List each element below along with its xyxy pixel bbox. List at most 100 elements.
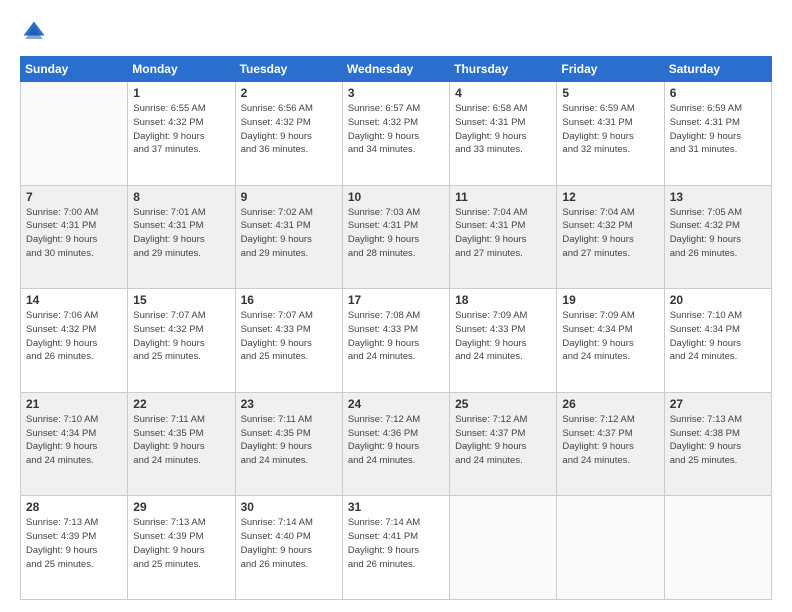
calendar-cell: 15 Sunrise: 7:07 AMSunset: 4:32 PMDayligh… bbox=[128, 289, 235, 393]
calendar-cell bbox=[21, 82, 128, 186]
calendar-cell: 18 Sunrise: 7:09 AMSunset: 4:33 PMDayligh… bbox=[450, 289, 557, 393]
day-info: Sunrise: 7:14 AMSunset: 4:40 PMDaylight:… bbox=[241, 516, 337, 571]
day-info: Sunrise: 6:55 AMSunset: 4:32 PMDaylight:… bbox=[133, 102, 229, 157]
day-number: 7 bbox=[26, 190, 122, 204]
weekday-header-thursday: Thursday bbox=[450, 57, 557, 82]
day-info: Sunrise: 7:07 AMSunset: 4:33 PMDaylight:… bbox=[241, 309, 337, 364]
calendar-cell: 19Sunrise: 7:09 AMSunset: 4:34 PMDayligh… bbox=[557, 289, 664, 393]
calendar-cell: 23 Sunrise: 7:11 AMSunset: 4:35 PMDayligh… bbox=[235, 392, 342, 496]
day-number: 17 bbox=[348, 293, 444, 307]
day-number: 14 bbox=[26, 293, 122, 307]
day-info: Sunrise: 6:59 AMSunset: 4:31 PMDaylight:… bbox=[562, 102, 658, 157]
calendar-cell: 24 Sunrise: 7:12 AMSunset: 4:36 PMDayligh… bbox=[342, 392, 449, 496]
calendar-table: SundayMondayTuesdayWednesdayThursdayFrid… bbox=[20, 56, 772, 600]
weekday-header-saturday: Saturday bbox=[664, 57, 771, 82]
calendar-cell: 26 Sunrise: 7:12 AMSunset: 4:37 PMDayligh… bbox=[557, 392, 664, 496]
day-info: Sunrise: 7:10 AMSunset: 4:34 PMDaylight:… bbox=[670, 309, 766, 364]
day-number: 5 bbox=[562, 86, 658, 100]
calendar-cell: 9 Sunrise: 7:02 AMSunset: 4:31 PMDaylight… bbox=[235, 185, 342, 289]
calendar-cell: 6 Sunrise: 6:59 AMSunset: 4:31 PMDaylight… bbox=[664, 82, 771, 186]
day-info: Sunrise: 7:00 AMSunset: 4:31 PMDaylight:… bbox=[26, 206, 122, 261]
day-info: Sunrise: 7:02 AMSunset: 4:31 PMDaylight:… bbox=[241, 206, 337, 261]
day-number: 30 bbox=[241, 500, 337, 514]
header bbox=[20, 18, 772, 46]
day-info: Sunrise: 7:12 AMSunset: 4:36 PMDaylight:… bbox=[348, 413, 444, 468]
calendar-cell: 2 Sunrise: 6:56 AMSunset: 4:32 PMDaylight… bbox=[235, 82, 342, 186]
day-info: Sunrise: 7:12 AMSunset: 4:37 PMDaylight:… bbox=[562, 413, 658, 468]
day-info: Sunrise: 7:08 AMSunset: 4:33 PMDaylight:… bbox=[348, 309, 444, 364]
day-info: Sunrise: 7:01 AMSunset: 4:31 PMDaylight:… bbox=[133, 206, 229, 261]
calendar-cell: 7 Sunrise: 7:00 AMSunset: 4:31 PMDaylight… bbox=[21, 185, 128, 289]
day-info: Sunrise: 7:04 AMSunset: 4:31 PMDaylight:… bbox=[455, 206, 551, 261]
day-number: 28 bbox=[26, 500, 122, 514]
day-number: 13 bbox=[670, 190, 766, 204]
calendar-week-row: 7 Sunrise: 7:00 AMSunset: 4:31 PMDaylight… bbox=[21, 185, 772, 289]
day-number: 18 bbox=[455, 293, 551, 307]
calendar-cell: 4 Sunrise: 6:58 AMSunset: 4:31 PMDaylight… bbox=[450, 82, 557, 186]
day-number: 8 bbox=[133, 190, 229, 204]
calendar-cell: 27 Sunrise: 7:13 AMSunset: 4:38 PMDayligh… bbox=[664, 392, 771, 496]
day-number: 15 bbox=[133, 293, 229, 307]
day-info: Sunrise: 6:59 AMSunset: 4:31 PMDaylight:… bbox=[670, 102, 766, 157]
calendar-week-row: 1Sunrise: 6:55 AMSunset: 4:32 PMDaylight… bbox=[21, 82, 772, 186]
day-info: Sunrise: 7:03 AMSunset: 4:31 PMDaylight:… bbox=[348, 206, 444, 261]
day-number: 23 bbox=[241, 397, 337, 411]
day-number: 16 bbox=[241, 293, 337, 307]
day-number: 21 bbox=[26, 397, 122, 411]
weekday-header-row: SundayMondayTuesdayWednesdayThursdayFrid… bbox=[21, 57, 772, 82]
calendar-cell: 11Sunrise: 7:04 AMSunset: 4:31 PMDayligh… bbox=[450, 185, 557, 289]
day-info: Sunrise: 6:58 AMSunset: 4:31 PMDaylight:… bbox=[455, 102, 551, 157]
calendar-week-row: 14 Sunrise: 7:06 AMSunset: 4:32 PMDayligh… bbox=[21, 289, 772, 393]
calendar-cell bbox=[664, 496, 771, 600]
day-number: 2 bbox=[241, 86, 337, 100]
weekday-header-monday: Monday bbox=[128, 57, 235, 82]
calendar-cell: 20 Sunrise: 7:10 AMSunset: 4:34 PMDayligh… bbox=[664, 289, 771, 393]
day-info: Sunrise: 7:05 AMSunset: 4:32 PMDaylight:… bbox=[670, 206, 766, 261]
calendar-cell: 28 Sunrise: 7:13 AMSunset: 4:39 PMDayligh… bbox=[21, 496, 128, 600]
calendar-cell: 13 Sunrise: 7:05 AMSunset: 4:32 PMDayligh… bbox=[664, 185, 771, 289]
calendar-cell bbox=[557, 496, 664, 600]
calendar-week-row: 28 Sunrise: 7:13 AMSunset: 4:39 PMDayligh… bbox=[21, 496, 772, 600]
day-number: 22 bbox=[133, 397, 229, 411]
calendar-cell: 8 Sunrise: 7:01 AMSunset: 4:31 PMDaylight… bbox=[128, 185, 235, 289]
day-number: 29 bbox=[133, 500, 229, 514]
day-number: 3 bbox=[348, 86, 444, 100]
day-info: Sunrise: 7:13 AMSunset: 4:39 PMDaylight:… bbox=[133, 516, 229, 571]
logo bbox=[20, 18, 52, 46]
calendar-cell: 30 Sunrise: 7:14 AMSunset: 4:40 PMDayligh… bbox=[235, 496, 342, 600]
day-info: Sunrise: 7:11 AMSunset: 4:35 PMDaylight:… bbox=[133, 413, 229, 468]
day-info: Sunrise: 7:13 AMSunset: 4:39 PMDaylight:… bbox=[26, 516, 122, 571]
day-info: Sunrise: 7:09 AMSunset: 4:33 PMDaylight:… bbox=[455, 309, 551, 364]
day-number: 26 bbox=[562, 397, 658, 411]
calendar-cell: 16 Sunrise: 7:07 AMSunset: 4:33 PMDayligh… bbox=[235, 289, 342, 393]
day-info: Sunrise: 7:11 AMSunset: 4:35 PMDaylight:… bbox=[241, 413, 337, 468]
logo-icon bbox=[20, 18, 48, 46]
calendar-cell: 12Sunrise: 7:04 AMSunset: 4:32 PMDayligh… bbox=[557, 185, 664, 289]
day-info: Sunrise: 6:56 AMSunset: 4:32 PMDaylight:… bbox=[241, 102, 337, 157]
calendar-cell: 3Sunrise: 6:57 AMSunset: 4:32 PMDaylight… bbox=[342, 82, 449, 186]
day-info: Sunrise: 7:13 AMSunset: 4:38 PMDaylight:… bbox=[670, 413, 766, 468]
calendar-cell: 1Sunrise: 6:55 AMSunset: 4:32 PMDaylight… bbox=[128, 82, 235, 186]
calendar-cell: 17 Sunrise: 7:08 AMSunset: 4:33 PMDayligh… bbox=[342, 289, 449, 393]
day-number: 4 bbox=[455, 86, 551, 100]
day-info: Sunrise: 7:04 AMSunset: 4:32 PMDaylight:… bbox=[562, 206, 658, 261]
page: SundayMondayTuesdayWednesdayThursdayFrid… bbox=[0, 0, 792, 612]
day-info: Sunrise: 7:07 AMSunset: 4:32 PMDaylight:… bbox=[133, 309, 229, 364]
calendar-cell: 29 Sunrise: 7:13 AMSunset: 4:39 PMDayligh… bbox=[128, 496, 235, 600]
day-number: 27 bbox=[670, 397, 766, 411]
day-info: Sunrise: 7:10 AMSunset: 4:34 PMDaylight:… bbox=[26, 413, 122, 468]
day-info: Sunrise: 7:14 AMSunset: 4:41 PMDaylight:… bbox=[348, 516, 444, 571]
weekday-header-sunday: Sunday bbox=[21, 57, 128, 82]
day-number: 19 bbox=[562, 293, 658, 307]
calendar-cell: 22 Sunrise: 7:11 AMSunset: 4:35 PMDayligh… bbox=[128, 392, 235, 496]
day-info: Sunrise: 7:12 AMSunset: 4:37 PMDaylight:… bbox=[455, 413, 551, 468]
day-number: 20 bbox=[670, 293, 766, 307]
calendar-cell: 31Sunrise: 7:14 AMSunset: 4:41 PMDayligh… bbox=[342, 496, 449, 600]
calendar-cell: 21 Sunrise: 7:10 AMSunset: 4:34 PMDayligh… bbox=[21, 392, 128, 496]
day-number: 24 bbox=[348, 397, 444, 411]
weekday-header-wednesday: Wednesday bbox=[342, 57, 449, 82]
day-info: Sunrise: 7:06 AMSunset: 4:32 PMDaylight:… bbox=[26, 309, 122, 364]
day-number: 6 bbox=[670, 86, 766, 100]
calendar-cell: 5 Sunrise: 6:59 AMSunset: 4:31 PMDaylight… bbox=[557, 82, 664, 186]
day-number: 9 bbox=[241, 190, 337, 204]
